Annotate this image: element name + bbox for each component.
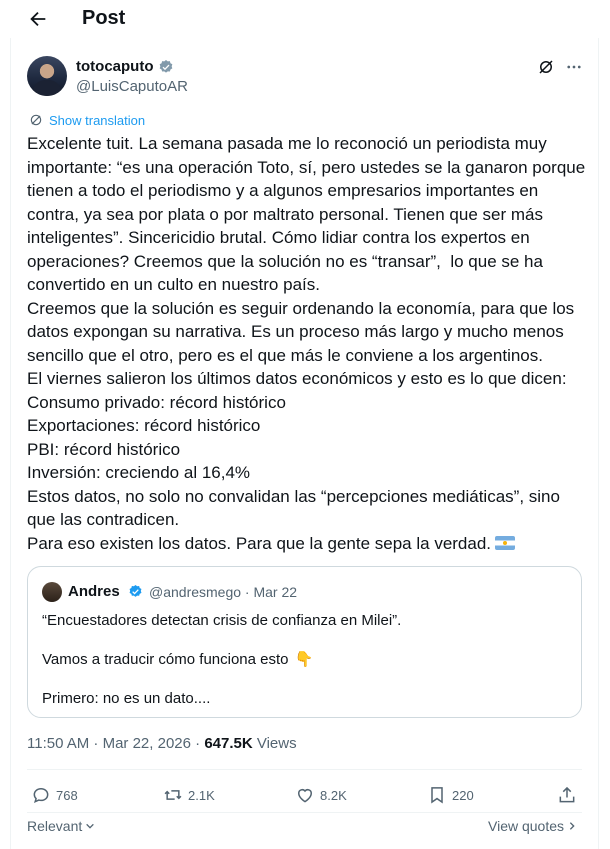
divider (27, 812, 582, 813)
reply-count: 768 (56, 787, 78, 803)
quote-line-with-emoji: Vamos a traducir cómo funciona esto 👇 (42, 650, 567, 670)
tweet-paragraph: Inversión: creciendo al 16,4% (27, 463, 251, 482)
repost-button[interactable]: 2.1K (163, 784, 215, 806)
author-avatar[interactable] (27, 56, 67, 96)
quote-author-handle-date: @andresmego · Mar 22 (149, 584, 298, 600)
quote-line: Vamos a traducir cómo funciona esto (42, 651, 289, 668)
column-border-right (598, 38, 599, 849)
tweet-paragraph: Creemos que la solución es seguir ordena… (27, 298, 579, 365)
translate-icon (30, 114, 42, 126)
like-count: 8.2K (320, 787, 347, 803)
quote-line: Primero: no es un dato.... (42, 690, 211, 707)
show-translation-label: Show translation (49, 112, 146, 128)
repost-icon (164, 790, 182, 800)
views-label: Views (252, 735, 297, 752)
repost-count: 2.1K (188, 787, 215, 803)
tweet-paragraph: Excelente tuit. La semana pasada me lo r… (27, 134, 590, 294)
back-arrow-icon[interactable] (27, 8, 49, 30)
quote-author-avatar (42, 582, 62, 602)
page-title: Post (82, 7, 126, 29)
chevron-right-icon (569, 822, 575, 830)
views-count: 647.5K (204, 735, 253, 752)
header: Post (0, 0, 610, 40)
post-meta: 11:50 AM · Mar 22, 2026 · 647.5K Views (27, 735, 297, 752)
share-button[interactable] (557, 784, 577, 806)
quote-line: “Encuestadores detectan crisis de confia… (42, 612, 402, 629)
tweet-paragraph: Exportaciones: récord histórico (27, 416, 261, 435)
argentina-flag-icon (495, 535, 516, 550)
like-button[interactable]: 8.2K (295, 784, 347, 806)
post-timestamp[interactable]: 11:50 AM · Mar 22, 2026 · (27, 735, 204, 752)
tweet-paragraph: El viernes salieron los últimos datos ec… (27, 369, 567, 388)
view-quotes-label: View quotes (488, 818, 565, 834)
tweet-paragraph-last: Para eso existen los datos. Para que la … (27, 532, 587, 556)
author-handle[interactable]: @LuisCaputoAR (76, 78, 188, 95)
quoted-tweet[interactable]: Andres @andresmego · Mar 22 “Encuestador… (27, 566, 582, 718)
reply-icon (33, 787, 49, 803)
verified-icon (159, 60, 173, 73)
column-border-left (10, 38, 11, 849)
verified-icon (129, 584, 142, 597)
tweet-text: Excelente tuit. La semana pasada me lo r… (27, 132, 587, 555)
share-icon (559, 786, 575, 803)
reply-button[interactable]: 768 (31, 784, 78, 806)
show-translation-button[interactable]: Show translation (29, 111, 145, 129)
grok-icon[interactable] (537, 58, 555, 76)
quote-text: “Encuestadores detectan crisis de confia… (42, 611, 567, 709)
reply-sort-dropdown[interactable]: Relevant (27, 818, 95, 834)
bookmark-button[interactable]: 220 (427, 784, 474, 806)
view-quotes-link[interactable]: View quotes (488, 818, 577, 834)
tweet-paragraph: Estos datos, no solo no convalidan las “… (27, 486, 565, 530)
bookmark-icon (431, 787, 443, 804)
divider (27, 769, 582, 770)
tweet-paragraph: Consumo privado: récord histórico (27, 392, 286, 412)
quote-author-name: Andres (68, 583, 120, 600)
tweet-paragraph: PBI: récord histórico (27, 439, 181, 459)
tweet-paragraph: Para eso existen los datos. Para que la … (27, 533, 492, 553)
author-name[interactable]: totocaputo (76, 58, 153, 75)
chevron-down-icon (86, 823, 95, 829)
bookmark-count: 220 (452, 787, 474, 803)
pointing-down-icon: 👇 (294, 651, 314, 668)
reply-sort-label: Relevant (27, 818, 83, 834)
like-icon (298, 789, 312, 803)
more-icon[interactable] (565, 58, 583, 76)
